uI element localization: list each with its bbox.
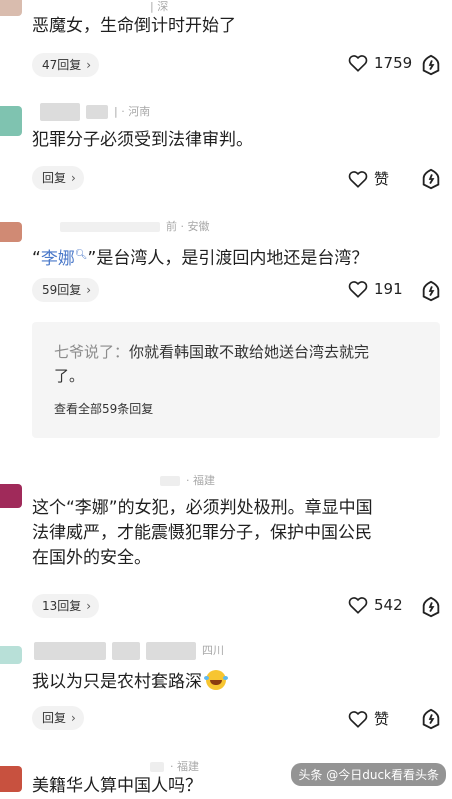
chevron-right-icon: › [71,711,76,725]
dislike-icon[interactable] [420,596,442,618]
search-icon: 🔍︎ [74,249,88,260]
blurred-username [160,476,180,486]
heart-icon [348,597,368,614]
heart-icon [348,710,368,728]
comment-meta: | · 河南 [40,103,150,121]
reply-author[interactable]: 七爷说了： [54,343,129,361]
like-button[interactable]: 191 [348,280,403,298]
reply-preview-box[interactable]: 七爷说了：你就看韩国敢不敢给她送台湾去就完 了。 查看全部59条回复 [32,322,440,438]
avatar[interactable] [0,484,22,508]
blurred-username [150,762,164,772]
reply-button[interactable]: 回复 › [32,706,84,730]
reply-button[interactable]: 59回复 › [32,278,100,302]
blurred-username [40,103,80,121]
heart-icon [348,281,368,298]
chevron-right-icon: › [86,58,92,72]
comment-text: 这个“李娜”的女犯，必须判处极刑。章显中国 法律威严，才能震慑犯罪分子，保护中国… [32,498,373,568]
mention-link[interactable]: 李娜🔍︎ [41,249,88,269]
heart-icon [348,170,368,188]
laughing-crying-emoji [204,670,228,690]
blurred-username [34,642,106,660]
like-count: 1759 [374,54,413,72]
comment-meta: 四川 [34,642,224,660]
like-button[interactable]: 542 [348,596,403,614]
comment-meta: 前 · 安徽 [60,218,210,234]
like-count: 191 [374,280,403,298]
avatar[interactable] [0,106,22,136]
avatar[interactable] [0,222,22,242]
heart-icon [348,55,368,72]
reply-button[interactable]: 47回复 › [32,53,100,77]
avatar[interactable] [0,646,22,664]
dislike-icon[interactable] [420,280,442,302]
dislike-icon[interactable] [420,168,442,190]
like-button[interactable]: 1759 [348,54,412,72]
reply-count: 回复 [42,711,67,725]
chevron-right-icon: › [86,283,92,297]
reply-count: 59回复 [42,283,82,297]
comment-meta: · 福建 [160,472,215,488]
avatar[interactable] [0,0,22,16]
comment-text: “李娜🔍︎”是台湾人，是引渡回内地还是台湾？ [32,248,369,269]
reply-button[interactable]: 回复 › [32,166,84,190]
comment-meta: · 福建 [150,758,199,774]
like-label: 赞 [374,710,390,728]
like-button[interactable]: 赞 [348,708,389,729]
reply-count: 回复 [42,171,67,185]
chevron-right-icon: › [86,599,92,613]
chevron-right-icon: › [71,171,76,185]
dislike-icon[interactable] [420,708,442,730]
reply-button[interactable]: 13回复 › [32,594,100,618]
comment-text: 恶魔女，生命倒计时开始了 [32,16,236,36]
avatar[interactable] [0,766,22,792]
reply-count: 47回复 [42,58,82,72]
like-count: 542 [374,596,403,614]
view-all-replies-link[interactable]: 查看全部59条回复 [54,400,153,417]
comment-text: 犯罪分子必须受到法律审判。 [32,130,253,150]
blurred-username [60,222,160,232]
like-label: 赞 [374,170,390,188]
reply-preview-text: 七爷说了：你就看韩国敢不敢给她送台湾去就完 了。 [54,343,370,385]
comment-meta: | 深 [150,0,169,13]
watermark: 头条 @今日duck看看头条 [291,763,446,786]
dislike-icon[interactable] [420,54,442,76]
like-button[interactable]: 赞 [348,168,389,189]
comment-text: 我以为只是农村套路深 [32,670,436,695]
reply-count: 13回复 [42,599,82,613]
